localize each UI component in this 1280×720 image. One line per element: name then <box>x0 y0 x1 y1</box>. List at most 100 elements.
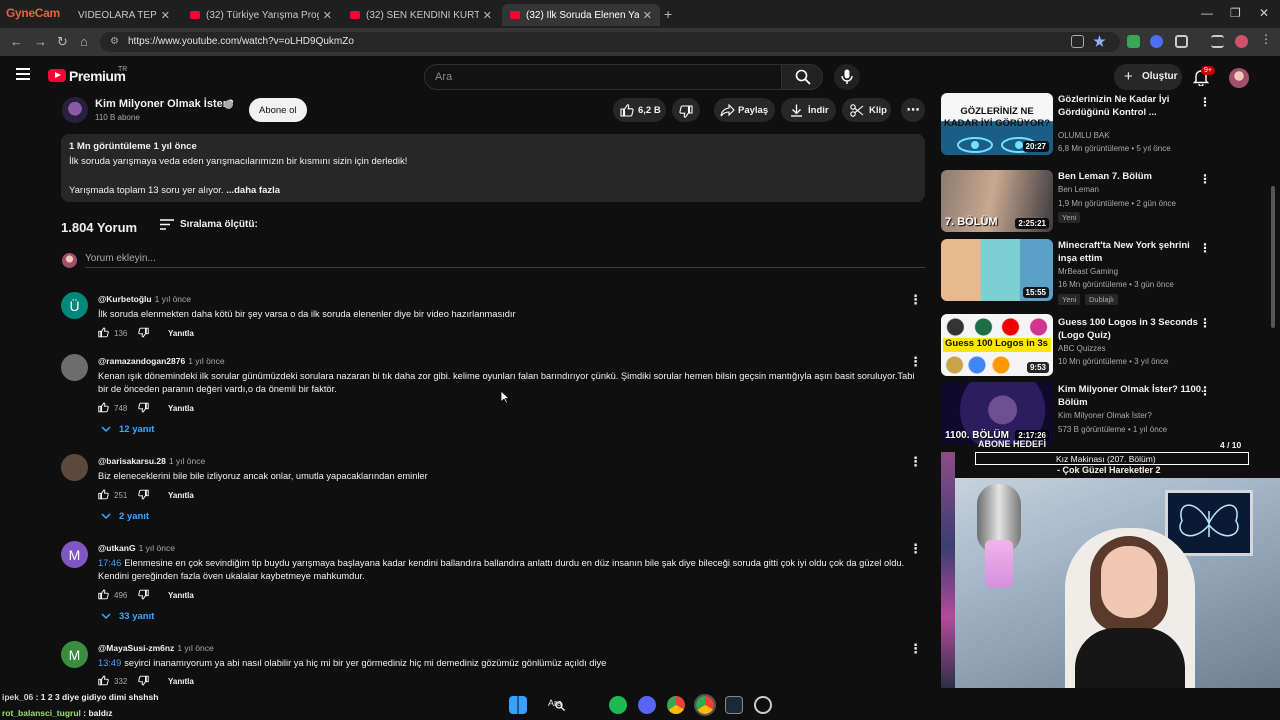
tab-close-icon[interactable]: ✕ <box>323 9 332 22</box>
video-channel[interactable]: Kim Milyoner Olmak İster? <box>1058 411 1152 420</box>
tab-close-icon[interactable]: ✕ <box>643 9 652 22</box>
thumbs-up-icon[interactable] <box>98 402 109 415</box>
video-channel[interactable]: OLUMLU BAK <box>1058 131 1110 140</box>
taskbar-search-label[interactable]: Ara <box>548 698 562 708</box>
dislike-button[interactable] <box>672 98 700 122</box>
comment-author[interactable]: @MayaSusi-zm6nz 1 yıl önce <box>98 643 214 653</box>
like-button[interactable]: 6,2 B <box>613 98 666 122</box>
youtube-logo-icon[interactable] <box>48 69 66 82</box>
thumbs-up-icon[interactable] <box>98 327 109 340</box>
video-timestamp-link[interactable]: 17:46 <box>98 558 121 568</box>
download-button[interactable]: İndir <box>781 98 836 122</box>
video-thumbnail[interactable]: 1100. BÖLÜM 2:17:26 <box>941 382 1053 444</box>
related-video-item[interactable]: Guess 100 Logos in 3s 9:53 Guess 100 Log… <box>941 314 1229 378</box>
commenter-avatar[interactable] <box>61 354 88 381</box>
more-actions-icon[interactable]: ⋯ <box>901 98 925 122</box>
thumbs-down-icon[interactable] <box>138 327 149 340</box>
address-bar[interactable]: ⚙ https://www.youtube.com/watch?v=oLHD9Q… <box>100 32 1120 52</box>
close-window-icon[interactable]: ✕ <box>1259 6 1269 20</box>
spotify-icon[interactable] <box>609 696 627 714</box>
tab-close-icon[interactable]: ✕ <box>483 9 492 22</box>
video-menu-icon[interactable]: ⋮ <box>1199 95 1211 109</box>
comment-menu-icon[interactable]: ⋮ <box>909 541 922 557</box>
comment-menu-icon[interactable]: ⋮ <box>909 454 922 470</box>
thumbs-down-icon[interactable] <box>138 675 149 688</box>
thumbs-up-icon[interactable] <box>98 589 109 602</box>
video-menu-icon[interactable]: ⋮ <box>1199 316 1211 330</box>
commenter-avatar[interactable]: Ü <box>61 292 88 319</box>
discord-icon[interactable] <box>638 696 656 714</box>
maximize-icon[interactable]: ❐ <box>1230 6 1241 20</box>
voice-search-button[interactable] <box>834 64 860 90</box>
site-info-icon[interactable]: ⚙ <box>110 36 119 47</box>
chrome-icon[interactable] <box>667 696 685 714</box>
reply-button[interactable]: Yanıtla <box>168 677 194 686</box>
video-menu-icon[interactable]: ⋮ <box>1199 384 1211 398</box>
thumbs-up-icon[interactable] <box>98 489 109 502</box>
reply-button[interactable]: Yanıtla <box>168 591 194 600</box>
search-input[interactable]: Ara <box>424 64 782 90</box>
related-video-item[interactable]: 7. BÖLÜM 2:25:21 Ben Leman 7. Bölüm Ben … <box>941 170 1229 234</box>
comment-author[interactable]: @ramazandogan2876 1 yıl önce <box>98 356 225 366</box>
reading-list-icon[interactable] <box>1211 35 1224 48</box>
comment-author[interactable]: @barisakarsu.28 1 yıl önce <box>98 456 205 466</box>
steam-icon[interactable] <box>725 696 743 714</box>
share-button[interactable]: Paylaş <box>714 98 775 122</box>
clip-button[interactable]: Klip <box>842 98 891 122</box>
video-menu-icon[interactable]: ⋮ <box>1199 241 1211 255</box>
reload-icon[interactable]: ↻ <box>57 34 68 50</box>
video-title[interactable]: Ben Leman 7. Bölüm <box>1058 170 1206 183</box>
show-more-link[interactable]: ...daha fazla <box>226 185 280 196</box>
browser-tab-3[interactable]: (32) SEN KENDİNİ KURTAR | 5S ✕ <box>342 4 500 26</box>
commenter-avatar[interactable] <box>61 454 88 481</box>
search-button[interactable] <box>781 64 823 90</box>
scrollbar-thumb[interactable] <box>1271 186 1275 328</box>
video-description[interactable]: 1 Mn görüntüleme 1 yıl önce İlk soruda y… <box>61 134 925 202</box>
video-timestamp-link[interactable]: 13:49 <box>98 658 121 668</box>
video-channel[interactable]: MrBeast Gaming <box>1058 267 1118 276</box>
channel-name[interactable]: Kim Milyoner Olmak İster? <box>95 98 234 110</box>
reply-button[interactable]: Yanıtla <box>168 329 194 338</box>
thumbs-down-icon[interactable] <box>138 589 149 602</box>
comment-author[interactable]: @Kurbetoğlu 1 yıl önce <box>98 294 191 304</box>
youtube-premium-logo[interactable]: Premium <box>69 68 126 84</box>
video-thumbnail[interactable]: 15:55 <box>941 239 1053 301</box>
video-thumbnail[interactable]: 7. BÖLÜM 2:25:21 <box>941 170 1053 232</box>
video-menu-icon[interactable]: ⋮ <box>1199 172 1211 186</box>
related-video-item[interactable]: GÖZLERİNİZ NE KADAR İYİ GÖRÜYOR? 20:27 G… <box>941 93 1229 157</box>
cast-icon[interactable] <box>1071 35 1084 48</box>
account-avatar[interactable] <box>1229 68 1249 88</box>
extension-translate-icon[interactable] <box>1150 35 1163 48</box>
browser-tab-2[interactable]: (32) Türkiye Yarışma Programları ✕ <box>182 4 340 26</box>
comment-menu-icon[interactable]: ⋮ <box>909 354 922 370</box>
browser-menu-icon[interactable]: ⋮ <box>1260 32 1273 46</box>
create-button[interactable]: + Oluştur <box>1114 64 1182 90</box>
thumbs-up-icon[interactable] <box>98 675 109 688</box>
video-channel[interactable]: Ben Leman <box>1058 185 1099 194</box>
related-video-item[interactable]: 1100. BÖLÜM 2:17:26 Kim Milyoner Olmak İ… <box>941 382 1229 446</box>
video-title[interactable]: Guess 100 Logos in 3 Seconds (Logo Quiz) <box>1058 316 1206 342</box>
thumbs-down-icon[interactable] <box>138 402 149 415</box>
video-thumbnail[interactable]: Guess 100 Logos in 3s 9:53 <box>941 314 1053 376</box>
settings-gear-icon[interactable] <box>754 696 772 714</box>
video-title[interactable]: Gözlerinizin Ne Kadar İyi Gördüğünü Kont… <box>1058 93 1206 119</box>
chrome-active-icon[interactable] <box>694 694 716 716</box>
sort-icon[interactable] <box>160 219 174 230</box>
hamburger-menu-icon[interactable] <box>16 68 30 80</box>
video-thumbnail[interactable]: GÖZLERİNİZ NE KADAR İYİ GÖRÜYOR? 20:27 <box>941 93 1053 155</box>
channel-avatar[interactable] <box>62 97 88 123</box>
browser-tab-active[interactable]: (32) İlk Soruda Elenen Yarışmacı ✕ <box>502 4 660 26</box>
video-title[interactable]: Minecraft'ta New York şehrini inşa ettim <box>1058 239 1206 265</box>
back-icon[interactable]: ← <box>10 34 23 49</box>
comment-menu-icon[interactable]: ⋮ <box>909 292 922 308</box>
profile-avatar-icon[interactable] <box>1235 35 1248 48</box>
home-icon[interactable]: ⌂ <box>80 34 88 49</box>
related-video-item[interactable]: 15:55 Minecraft'ta New York şehrini inşa… <box>941 239 1229 305</box>
comment-author[interactable]: @utkanG 1 yıl önce <box>98 543 175 553</box>
windows-start-icon[interactable] <box>509 696 527 714</box>
sort-by-button[interactable]: Sıralama ölçütü: <box>180 219 258 230</box>
new-tab-icon[interactable]: + <box>664 6 672 22</box>
tab-close-icon[interactable]: ✕ <box>161 9 170 22</box>
forward-icon[interactable]: → <box>34 34 47 49</box>
commenter-avatar[interactable]: M <box>61 541 88 568</box>
